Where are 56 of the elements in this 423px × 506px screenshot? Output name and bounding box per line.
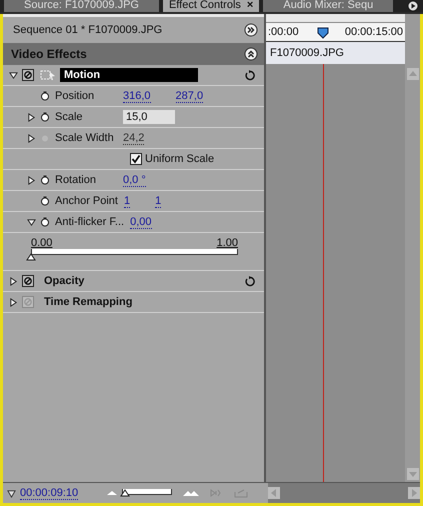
section-title: Video Effects: [11, 47, 87, 61]
stopwatch-icon[interactable]: [40, 217, 50, 227]
property-name: Scale: [55, 110, 84, 124]
slider-thumb[interactable]: [26, 253, 36, 261]
property-value[interactable]: 1: [155, 194, 162, 208]
show-timeline-icon[interactable]: [244, 23, 258, 37]
stopwatch-icon[interactable]: [40, 175, 50, 185]
checkbox[interactable]: [130, 153, 142, 165]
zoom-thumb[interactable]: [120, 489, 130, 497]
panel-tab[interactable]: Effect Controls ×: [162, 0, 260, 12]
fx-toggle-icon[interactable]: [22, 275, 34, 287]
panel-tab[interactable]: Source: F1070009.JPG: [4, 0, 159, 12]
zoom-slider-track[interactable]: [122, 489, 172, 495]
timecode[interactable]: 00:00:09:10: [20, 486, 78, 500]
property-value[interactable]: 316,0: [123, 90, 151, 102]
playhead-icon[interactable]: [316, 27, 329, 39]
checkbox-label[interactable]: Uniform Scale: [145, 153, 214, 165]
property-name: Anti-flicker F...: [55, 215, 124, 229]
property-name: Anchor Point: [55, 194, 118, 208]
property-value[interactable]: 287,0: [176, 90, 204, 102]
stopwatch-icon[interactable]: [40, 196, 50, 206]
slider-max-label: 1.00: [216, 237, 238, 249]
expanded-triangle-icon[interactable]: [27, 218, 36, 226]
property-name: Position: [55, 89, 96, 103]
ruler-time-label: 00:00:15:00: [344, 26, 403, 38]
fx-toggle-icon[interactable]: [22, 296, 34, 308]
fx-toggle-icon[interactable]: [22, 69, 34, 81]
effect-name[interactable]: Motion: [60, 68, 198, 82]
panel-menu-icon[interactable]: [407, 0, 419, 12]
property-value[interactable]: 1: [124, 194, 130, 208]
slider-min-label: 0.00: [31, 237, 52, 249]
property-name: Rotation: [55, 173, 97, 187]
effect-name[interactable]: Time Remapping: [40, 295, 136, 309]
collapse-icon[interactable]: [244, 47, 258, 61]
ruler-time-label: :00:00: [268, 26, 299, 38]
panel-tab[interactable]: Audio Mixer: Sequ: [263, 0, 394, 12]
collapsed-triangle-icon[interactable]: [9, 298, 18, 306]
reset-icon[interactable]: [244, 275, 256, 287]
property-value[interactable]: 24,2: [123, 132, 144, 144]
stopwatch-icon[interactable]: [40, 112, 50, 122]
close-icon[interactable]: ×: [246, 0, 254, 10]
collapsed-triangle-icon[interactable]: [27, 176, 36, 184]
property-value[interactable]: 0,0 °: [123, 174, 146, 186]
expanded-triangle-icon[interactable]: [9, 70, 18, 80]
collapsed-triangle-icon[interactable]: [27, 112, 36, 122]
property-name: Scale Width: [55, 131, 115, 145]
reset-icon[interactable]: [244, 69, 256, 81]
filter-icon[interactable]: [7, 488, 16, 498]
value-field[interactable]: 15,0: [123, 110, 175, 124]
clip-label: F1070009.JPG: [270, 47, 344, 59]
effect-name[interactable]: Opacity: [40, 274, 88, 288]
sequence-label: Sequence 01 * F1070009.JPG: [13, 24, 162, 36]
stopwatch-icon[interactable]: [40, 91, 50, 101]
collapsed-triangle-icon[interactable]: [27, 134, 36, 142]
property-value[interactable]: 0,00: [130, 216, 152, 228]
collapsed-triangle-icon[interactable]: [9, 276, 18, 286]
